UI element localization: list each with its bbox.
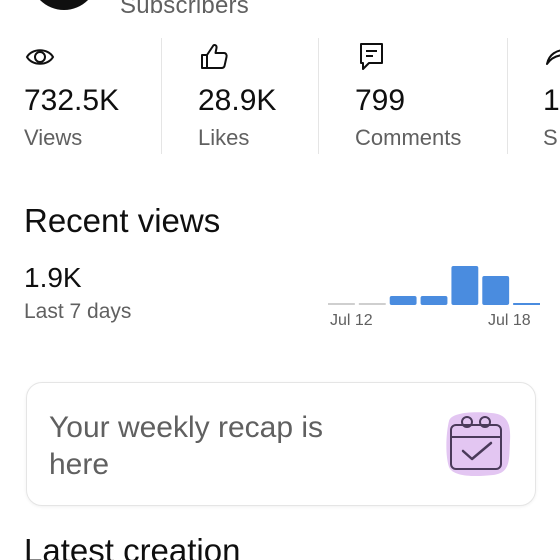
recent-views-period: Last 7 days: [24, 300, 132, 323]
stat-likes[interactable]: 28.9K Likes: [198, 36, 316, 154]
shares-label: S: [543, 125, 558, 150]
stat-divider: [507, 38, 508, 154]
stat-views[interactable]: 732.5K Views: [24, 36, 158, 154]
chart-end-label: Jul 18: [488, 312, 531, 329]
chart-bar: [482, 276, 510, 305]
comment-icon: [360, 43, 383, 70]
chart-bar: [328, 303, 355, 305]
likes-value: 28.9K: [198, 84, 277, 117]
stats-row: 732.5K Views 28.9K Likes 799 Comments 1 …: [0, 36, 560, 156]
channel-dashboard: Subscribers 732.5K Views 28.9K Likes 799…: [0, 0, 560, 560]
chart-bar: [513, 303, 540, 305]
comments-value: 799: [355, 84, 406, 117]
recent-views-title: Recent views: [24, 202, 221, 239]
recent-views-value: 1.9K: [24, 262, 82, 293]
shares-value: 1: [543, 84, 560, 117]
channel-avatar[interactable]: [30, 0, 98, 10]
stat-comments[interactable]: 799 Comments: [355, 36, 505, 154]
views-label: Views: [24, 125, 83, 150]
share-icon: [546, 49, 560, 65]
chart-bar: [389, 296, 417, 305]
stat-shares[interactable]: 1 S: [543, 36, 560, 154]
chart-bar: [451, 266, 479, 305]
recent-views-chart[interactable]: [328, 250, 540, 310]
weekly-recap-text: Your weekly recap is here: [49, 411, 324, 481]
latest-creation-title: Latest creation: [24, 532, 241, 560]
chart-bar: [420, 296, 448, 305]
eye-icon: [25, 49, 55, 65]
comments-label: Comments: [355, 125, 462, 150]
thumbs-up-icon: [201, 43, 228, 69]
stat-divider: [318, 38, 319, 154]
subscribers-label: Subscribers: [120, 0, 249, 19]
views-value: 732.5K: [24, 84, 120, 117]
chart-start-label: Jul 12: [330, 312, 373, 329]
weekly-recap-card[interactable]: Your weekly recap is here: [26, 382, 536, 506]
chart-bar: [358, 303, 386, 305]
calendar-check-icon: [446, 412, 511, 477]
likes-label: Likes: [198, 125, 250, 150]
stat-divider: [161, 38, 162, 154]
